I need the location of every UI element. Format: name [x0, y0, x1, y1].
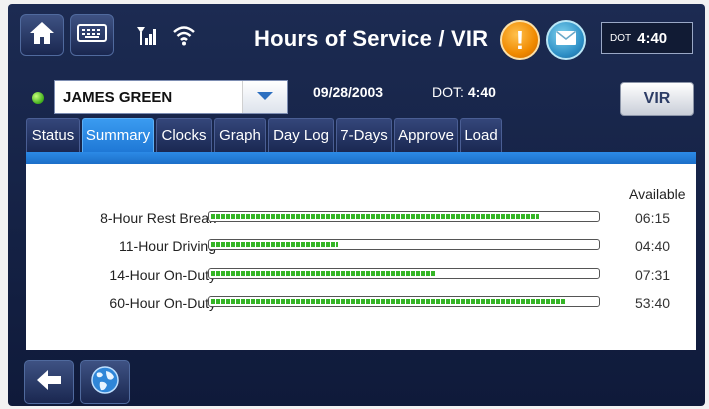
- dropdown-toggle[interactable]: [242, 81, 287, 113]
- hos-progress-fill: [211, 214, 539, 219]
- driver-select[interactable]: JAMES GREEN: [54, 80, 288, 114]
- tab-graph[interactable]: Graph: [214, 118, 266, 152]
- dot-clock-value: 4:40: [637, 29, 668, 47]
- tab-status[interactable]: Status: [26, 118, 80, 152]
- tab-7-days[interactable]: 7-Days: [336, 118, 392, 152]
- alert-icon: !: [515, 24, 525, 55]
- globe-icon: [90, 365, 120, 400]
- vir-button[interactable]: VIR: [620, 82, 694, 116]
- hos-progress-fill: [211, 242, 338, 247]
- dot-clock-label: DOT: [610, 32, 632, 44]
- tab-summary[interactable]: Summary: [82, 118, 154, 152]
- hos-row-label: 60-Hour On-Duty: [109, 295, 216, 311]
- globe-button[interactable]: [80, 360, 130, 404]
- tab-approve[interactable]: Approve: [394, 118, 458, 152]
- hos-progress-bar: [208, 211, 600, 222]
- hos-progress-fill: [211, 299, 566, 304]
- driver-dot-time: DOT: 4:40: [432, 84, 496, 100]
- wifi-icon: [172, 24, 196, 51]
- status-icons: [136, 24, 196, 51]
- tab-day-log[interactable]: Day Log: [268, 118, 334, 152]
- hos-row: 60-Hour On-Duty 53:40: [26, 293, 696, 313]
- hos-available-time: 06:15: [635, 210, 671, 226]
- cellular-signal-icon: [136, 24, 158, 51]
- hos-row: 11-Hour Driving 04:40: [26, 236, 696, 256]
- tab-underline: [26, 152, 696, 164]
- driver-name: JAMES GREEN: [63, 88, 173, 106]
- back-button[interactable]: [24, 360, 74, 404]
- hos-progress-bar: [208, 268, 600, 279]
- keyboard-icon: [77, 23, 107, 47]
- home-button[interactable]: [20, 14, 64, 56]
- tab-clocks[interactable]: Clocks: [156, 118, 212, 152]
- hos-progress-fill: [211, 271, 435, 276]
- top-bar: Hours of Service / VIR ! DOT 4:40: [8, 4, 705, 74]
- driver-dot-label: DOT:: [432, 84, 464, 100]
- tab-bar: Status Summary Clocks Graph Day Log 7-Da…: [26, 118, 502, 152]
- home-icon: [28, 20, 56, 51]
- app-window: Hours of Service / VIR ! DOT 4:40 JAMES …: [8, 4, 705, 406]
- keyboard-button[interactable]: [70, 14, 114, 56]
- hos-row-label: 11-Hour Driving: [119, 238, 216, 254]
- chevron-down-icon: [256, 88, 274, 106]
- driver-dot-value: 4:40: [467, 84, 496, 100]
- mail-icon: [555, 30, 577, 51]
- back-arrow-icon: [35, 368, 63, 397]
- hos-progress-bar: [208, 239, 600, 250]
- driver-status-indicator: [32, 92, 44, 104]
- hos-available-time: 07:31: [635, 267, 671, 283]
- hos-available-time: 53:40: [635, 295, 671, 311]
- page-title: Hours of Service / VIR: [254, 26, 489, 51]
- hos-row: 8-Hour Rest Break 06:15: [26, 208, 696, 228]
- dot-clock: DOT 4:40: [601, 22, 693, 54]
- summary-panel: Available 8-Hour Rest Break 06:15 11-Hou…: [26, 164, 696, 350]
- tab-load[interactable]: Load: [460, 118, 502, 152]
- alert-button[interactable]: !: [500, 20, 540, 60]
- hos-available-time: 04:40: [635, 238, 671, 254]
- hos-row-label: 8-Hour Rest Break: [100, 210, 216, 226]
- available-header: Available: [629, 186, 686, 202]
- hos-row: 14-Hour On-Duty 07:31: [26, 265, 696, 285]
- hos-progress-bar: [208, 296, 600, 307]
- hos-row-label: 14-Hour On-Duty: [109, 267, 216, 283]
- mail-button[interactable]: [546, 20, 586, 60]
- current-date: 09/28/2003: [313, 84, 384, 100]
